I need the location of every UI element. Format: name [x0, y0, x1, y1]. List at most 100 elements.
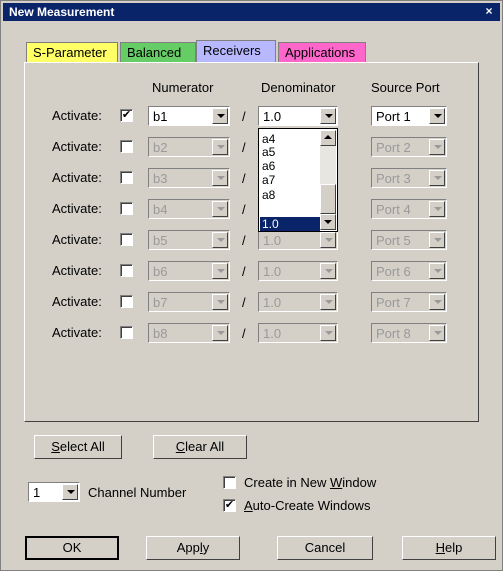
dropdown-option-selected[interactable]: 1.0	[260, 217, 320, 231]
chevron-down-icon[interactable]	[212, 232, 228, 248]
select-all-button[interactable]: Select All	[34, 435, 122, 459]
mnemonic: W	[329, 475, 343, 490]
numerator-select[interactable]: b3	[148, 168, 230, 188]
chevron-down-icon[interactable]	[429, 294, 445, 310]
denominator-select[interactable]: 1.0	[258, 323, 338, 343]
scroll-up-icon[interactable]	[320, 130, 336, 146]
chevron-down-icon[interactable]	[212, 294, 228, 310]
chevron-down-icon[interactable]	[320, 232, 336, 248]
scroll-thumb[interactable]	[320, 184, 336, 214]
activate-checkbox[interactable]	[120, 233, 133, 246]
chevron-down-icon[interactable]	[320, 108, 336, 124]
source-port-select[interactable]: Port 1	[371, 106, 447, 126]
chevron-down-icon[interactable]	[212, 170, 228, 186]
numerator-value: b1	[153, 109, 168, 124]
tab-applications[interactable]: Applications	[278, 42, 366, 62]
source-port-select[interactable]: Port 8	[371, 323, 447, 343]
chevron-down-icon[interactable]	[212, 139, 228, 155]
ratio-slash: /	[242, 326, 246, 341]
denominator-select[interactable]: 1.0	[258, 292, 338, 312]
numerator-select[interactable]: b7	[148, 292, 230, 312]
mnemonic: H	[435, 540, 446, 555]
help-button[interactable]: Help	[402, 536, 496, 560]
numerator-select[interactable]: b2	[148, 137, 230, 157]
tab-s-parameter[interactable]: S-Parameter	[26, 42, 118, 62]
ratio-slash: /	[242, 264, 246, 279]
button-label: elp	[445, 540, 463, 555]
dropdown-option[interactable]: a6	[262, 160, 275, 173]
denominator-select[interactable]: 1.0	[258, 230, 338, 250]
denominator-value: 1.0	[263, 109, 282, 124]
dropdown-scrollbar[interactable]	[320, 130, 336, 230]
activate-checkbox[interactable]	[120, 171, 133, 184]
dropdown-option[interactable]: a5	[262, 146, 275, 159]
numerator-select[interactable]: b4	[148, 199, 230, 219]
activate-checkbox[interactable]: ✔	[120, 109, 133, 122]
activate-checkbox[interactable]	[120, 264, 133, 277]
denominator-dropdown-list[interactable]: a4 a5 a6 a7 a8 1.0	[258, 128, 338, 232]
denominator-value: 1.0	[263, 233, 282, 248]
chevron-down-icon[interactable]	[429, 325, 445, 341]
source-port-select[interactable]: Port 2	[371, 137, 447, 157]
source-port-select[interactable]: Port 7	[371, 292, 447, 312]
source-port-value: Port 5	[376, 233, 411, 248]
denominator-value: 1.0	[263, 295, 282, 310]
label-part: Create in New	[244, 475, 330, 490]
chevron-down-icon[interactable]	[429, 170, 445, 186]
chevron-down-icon[interactable]	[429, 232, 445, 248]
numerator-select[interactable]: b5	[148, 230, 230, 250]
chevron-down-icon[interactable]	[320, 263, 336, 279]
chevron-down-icon[interactable]	[212, 108, 228, 124]
activate-label: Activate:	[52, 139, 102, 154]
denominator-select[interactable]: 1.0	[258, 106, 338, 126]
source-port-select[interactable]: Port 3	[371, 168, 447, 188]
create-new-window-checkbox[interactable]	[223, 476, 236, 489]
chevron-down-icon[interactable]	[429, 108, 445, 124]
source-port-select[interactable]: Port 5	[371, 230, 447, 250]
numerator-select[interactable]: b1	[148, 106, 230, 126]
dropdown-option[interactable]: a8	[262, 189, 275, 202]
source-port-value: Port 4	[376, 202, 411, 217]
scroll-down-icon[interactable]	[320, 214, 336, 230]
denominator-value: 1.0	[263, 326, 282, 341]
source-port-select[interactable]: Port 4	[371, 199, 447, 219]
activate-checkbox[interactable]	[120, 140, 133, 153]
button-label: lear All	[185, 439, 225, 454]
auto-create-windows-checkbox[interactable]: ✔	[223, 499, 236, 512]
chevron-down-icon[interactable]	[429, 139, 445, 155]
ratio-slash: /	[242, 233, 246, 248]
chevron-down-icon[interactable]	[429, 263, 445, 279]
title-bar: New Measurement ×	[3, 3, 500, 21]
chevron-down-icon[interactable]	[212, 201, 228, 217]
tab-receivers[interactable]: Receivers	[196, 40, 276, 62]
activate-checkbox[interactable]	[120, 202, 133, 215]
numerator-value: b2	[153, 140, 168, 155]
ok-button[interactable]: OK	[25, 536, 119, 560]
close-icon[interactable]: ×	[482, 4, 496, 18]
source-port-select[interactable]: Port 6	[371, 261, 447, 281]
cancel-button[interactable]: Cancel	[277, 536, 373, 560]
checkmark-icon: ✔	[121, 109, 132, 121]
activate-label: Activate:	[52, 232, 102, 247]
chevron-down-icon[interactable]	[320, 325, 336, 341]
clear-all-button[interactable]: Clear All	[153, 435, 247, 459]
activate-checkbox[interactable]	[120, 326, 133, 339]
numerator-select[interactable]: b8	[148, 323, 230, 343]
activate-label: Activate:	[52, 294, 102, 309]
tab-balanced[interactable]: Balanced	[120, 42, 196, 62]
source-port-value: Port 6	[376, 264, 411, 279]
chevron-down-icon[interactable]	[62, 484, 78, 500]
apply-button[interactable]: Apply	[146, 536, 240, 560]
chevron-down-icon[interactable]	[320, 294, 336, 310]
button-label: y	[202, 540, 210, 555]
chevron-down-icon[interactable]	[212, 263, 228, 279]
chevron-down-icon[interactable]	[429, 201, 445, 217]
chevron-down-icon[interactable]	[212, 325, 228, 341]
source-port-value: Port 2	[376, 140, 411, 155]
activate-label: Activate:	[52, 325, 102, 340]
channel-number-select[interactable]: 1	[28, 482, 80, 502]
activate-checkbox[interactable]	[120, 295, 133, 308]
denominator-select[interactable]: 1.0	[258, 261, 338, 281]
dropdown-option[interactable]: a7	[262, 174, 275, 187]
numerator-select[interactable]: b6	[148, 261, 230, 281]
